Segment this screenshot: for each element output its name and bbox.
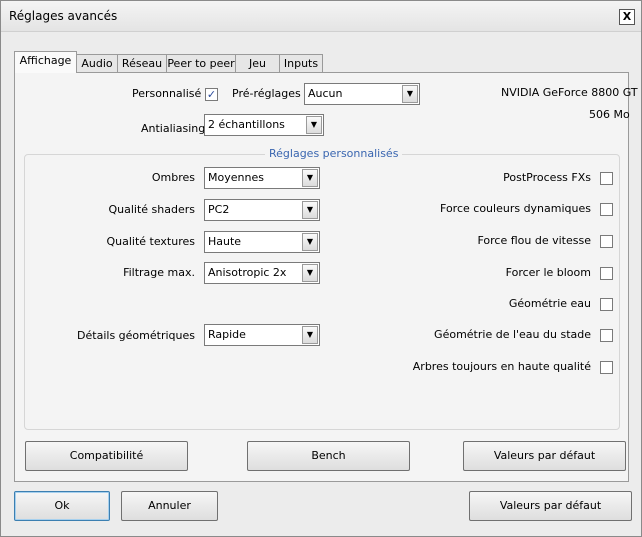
cancel-button[interactable]: Annuler: [121, 491, 218, 521]
defaults-button[interactable]: Valeurs par défaut: [469, 491, 632, 521]
custom-settings-group: Réglages personnalisés: [24, 147, 620, 430]
compatibilite-button[interactable]: Compatibilité: [25, 441, 188, 471]
tab-reseau[interactable]: Réseau: [117, 54, 167, 73]
shaders-label: Qualité shaders: [108, 203, 195, 216]
filtrage-label: Filtrage max.: [123, 266, 195, 279]
personnalise-label: Personnalisé: [132, 87, 202, 100]
chevron-down-icon: ▼: [302, 326, 318, 344]
geometrie-eau-label: Géométrie eau: [508, 297, 591, 310]
tab-audio[interactable]: Audio: [76, 54, 118, 73]
textures-select[interactable]: Haute ▼: [204, 231, 320, 253]
chevron-down-icon: ▼: [302, 169, 318, 187]
tab-peer-to-peer[interactable]: Peer to peer: [166, 54, 236, 73]
couleurs-dynamiques-checkbox[interactable]: [600, 203, 613, 216]
ok-button[interactable]: Ok: [14, 491, 110, 521]
tab-affichage[interactable]: Affichage: [14, 51, 77, 73]
bench-button[interactable]: Bench: [247, 441, 410, 471]
couleurs-dynamiques-label: Force couleurs dynamiques: [440, 202, 591, 215]
shaders-value: PC2: [208, 203, 230, 216]
eau-stade-label: Géométrie de l'eau du stade: [434, 328, 591, 341]
geometrie-eau-checkbox[interactable]: [600, 298, 613, 311]
chevron-down-icon: ▼: [402, 85, 418, 103]
flou-vitesse-label: Force flou de vitesse: [477, 234, 591, 247]
preset-select[interactable]: Aucun ▼: [304, 83, 420, 105]
details-geometriques-select[interactable]: Rapide ▼: [204, 324, 320, 346]
panel-defaults-button[interactable]: Valeurs par défaut: [463, 441, 626, 471]
chevron-down-icon: ▼: [302, 233, 318, 251]
arbres-checkbox[interactable]: [600, 361, 613, 374]
close-button[interactable]: X: [619, 9, 635, 25]
bloom-label: Forcer le bloom: [505, 266, 591, 279]
details-geometriques-value: Rapide: [208, 328, 246, 341]
chevron-down-icon: ▼: [306, 116, 322, 134]
tab-inputs[interactable]: Inputs: [279, 54, 323, 73]
antialiasing-select[interactable]: 2 échantillons ▼: [204, 114, 324, 136]
ombres-select[interactable]: Moyennes ▼: [204, 167, 320, 189]
postprocess-checkbox[interactable]: [600, 172, 613, 185]
preset-value: Aucun: [308, 87, 343, 100]
gpu-memory: 506 Mo: [589, 108, 630, 121]
postprocess-label: PostProcess FXs: [503, 171, 591, 184]
antialiasing-label: Antialiasing: [141, 122, 206, 135]
ombres-label: Ombres: [151, 171, 195, 184]
flou-vitesse-checkbox[interactable]: [600, 235, 613, 248]
bloom-checkbox[interactable]: [600, 267, 613, 280]
textures-label: Qualité textures: [106, 235, 195, 248]
tab-jeu[interactable]: Jeu: [235, 54, 280, 73]
group-title: Réglages personnalisés: [265, 147, 403, 160]
tab-panel-affichage: Personnalisé ✓ Pré-réglages Aucun ▼ NVID…: [14, 72, 638, 482]
dialog-window: Réglages avancés X Affichage Audio Résea…: [0, 0, 642, 537]
window-title: Réglages avancés: [9, 9, 118, 23]
details-geometriques-label: Détails géométriques: [77, 329, 195, 342]
eau-stade-checkbox[interactable]: [600, 329, 613, 342]
personnalise-checkbox[interactable]: ✓: [205, 88, 218, 101]
arbres-label: Arbres toujours en haute qualité: [412, 360, 591, 373]
filtrage-select[interactable]: Anisotropic 2x ▼: [204, 262, 320, 284]
gpu-name: NVIDIA GeForce 8800 GT: [501, 86, 638, 99]
title-bar: Réglages avancés X: [1, 1, 641, 32]
chevron-down-icon: ▼: [302, 264, 318, 282]
chevron-down-icon: ▼: [302, 201, 318, 219]
ombres-value: Moyennes: [208, 171, 264, 184]
filtrage-value: Anisotropic 2x: [208, 266, 287, 279]
preset-label: Pré-réglages: [232, 87, 301, 100]
antialiasing-value: 2 échantillons: [208, 118, 285, 131]
textures-value: Haute: [208, 235, 242, 248]
shaders-select[interactable]: PC2 ▼: [204, 199, 320, 221]
